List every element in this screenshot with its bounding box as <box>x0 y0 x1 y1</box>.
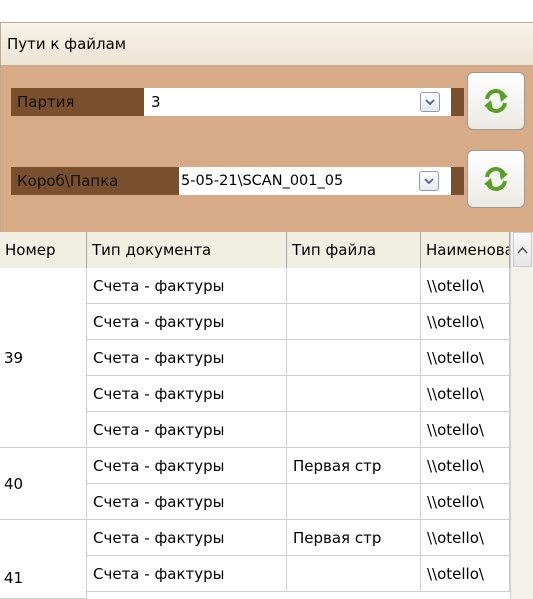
panel-title: Пути к файлам <box>7 35 127 53</box>
name-cell[interactable]: \\otello\ <box>421 556 510 592</box>
refresh-icon <box>484 89 508 113</box>
box-accent <box>451 167 464 195</box>
file-type-cell[interactable]: Первая стр <box>287 448 421 484</box>
name-cell[interactable]: \\otello\ <box>421 448 510 484</box>
chevron-down-icon <box>425 99 435 106</box>
column-header-file-type[interactable]: Тип файла <box>287 232 421 268</box>
batch-label-fill <box>82 88 144 116</box>
file-paths-window: Пути к файлам Партия 3 Короб\Папка 5-05-… <box>0 0 533 599</box>
file-type-cell[interactable] <box>287 484 421 520</box>
chevron-down-icon <box>424 178 434 185</box>
file-type-cell[interactable] <box>287 556 421 592</box>
name-cell[interactable]: \\otello\ <box>421 376 510 412</box>
group-number-cell: 40 <box>0 448 87 520</box>
file-paths-table: Номер Тип документа Тип файла Наименован… <box>0 232 533 599</box>
box-select[interactable]: 5-05-21\SCAN_001_05 <box>179 167 451 195</box>
file-type-cell[interactable] <box>287 376 421 412</box>
box-label: Короб\Папка <box>11 167 179 195</box>
batch-refresh-button[interactable] <box>467 72 525 130</box>
panel-header: Пути к файлам <box>0 22 533 66</box>
doc-type-cell[interactable]: Счета - фактуры <box>87 340 287 376</box>
doc-type-cell[interactable]: Счета - фактуры <box>87 448 287 484</box>
refresh-icon <box>484 167 508 191</box>
file-type-cell[interactable] <box>287 412 421 448</box>
doc-type-cell[interactable]: Счета - фактуры <box>87 304 287 340</box>
column-header-doc-type[interactable]: Тип документа <box>87 232 287 268</box>
batch-value: 3 <box>151 93 161 111</box>
doc-type-cell[interactable]: Счета - фактуры <box>87 376 287 412</box>
box-value: 5-05-21\SCAN_001_05 <box>181 173 344 189</box>
name-cell[interactable]: \\otello\ <box>421 304 510 340</box>
chevron-up-icon <box>517 246 528 254</box>
batch-dropdown-button[interactable] <box>420 92 440 112</box>
file-type-cell[interactable]: Первая стр <box>287 520 421 556</box>
name-cell[interactable]: \\otello\ <box>421 520 510 556</box>
batch-accent <box>451 88 464 116</box>
doc-type-cell[interactable]: Счета - фактуры <box>87 412 287 448</box>
name-cell[interactable]: \\otello\ <box>421 484 510 520</box>
box-refresh-button[interactable] <box>467 150 525 208</box>
file-type-cell[interactable] <box>287 340 421 376</box>
file-type-cell[interactable] <box>287 304 421 340</box>
scroll-up-button[interactable] <box>513 232 532 267</box>
column-header-name[interactable]: Наименование <box>421 232 510 268</box>
table-header: Номер Тип документа Тип файла Наименован… <box>0 232 533 269</box>
group-number-cell: 39 <box>0 268 87 448</box>
name-cell[interactable]: \\otello\ <box>421 412 510 448</box>
doc-type-cell[interactable]: Счета - фактуры <box>87 484 287 520</box>
column-header-number[interactable]: Номер <box>0 232 87 268</box>
batch-label: Партия <box>11 88 82 116</box>
group-number-cell: 41 <box>0 520 87 599</box>
doc-type-cell[interactable]: Счета - фактуры <box>87 268 287 304</box>
filter-panel: Партия 3 Короб\Папка 5-05-21\SCAN_001_05 <box>0 66 533 232</box>
vertical-scrollbar[interactable] <box>510 232 533 599</box>
doc-type-cell[interactable]: Счета - фактуры <box>87 556 287 592</box>
doc-type-cell[interactable]: Счета - фактуры <box>87 520 287 556</box>
file-type-cell[interactable] <box>287 268 421 304</box>
name-cell[interactable]: \\otello\ <box>421 268 510 304</box>
batch-select[interactable]: 3 <box>144 88 451 116</box>
box-dropdown-button[interactable] <box>419 171 439 191</box>
name-cell[interactable]: \\otello\ <box>421 340 510 376</box>
